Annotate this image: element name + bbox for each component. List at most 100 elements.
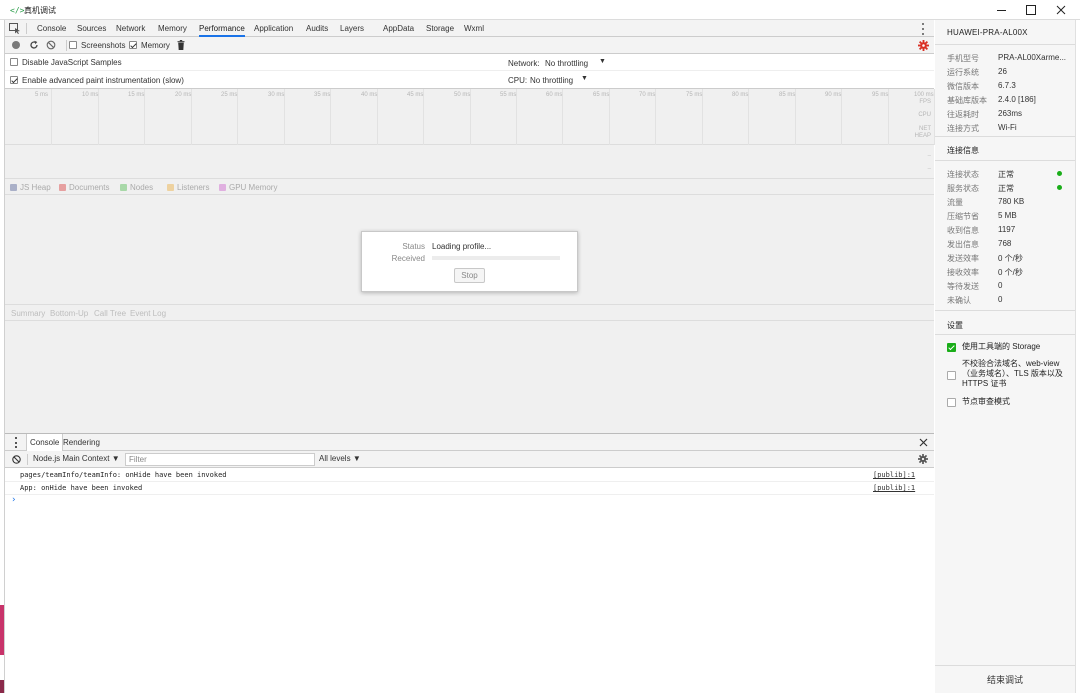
- console-output[interactable]: › pages/teamInfo/teamInfo: onHide have b…: [5, 468, 934, 693]
- counter-label: Listeners: [177, 183, 210, 192]
- log-source-link[interactable]: [publib]:1: [873, 484, 915, 492]
- flame-chart-area[interactable]: – –: [5, 145, 934, 179]
- connection-info-value: 0 个/秒: [998, 254, 1023, 263]
- tab-audits[interactable]: Audits: [306, 20, 328, 37]
- heap-track-label: HEAP: [914, 133, 931, 139]
- device-info-key: 微信版本: [947, 82, 979, 91]
- context-select-label: Node.js Main Context: [33, 454, 110, 463]
- memory-counter-gpu-memory[interactable]: GPU Memory: [219, 183, 277, 192]
- device-info-key: 手机型号: [947, 54, 979, 63]
- settings-heading: 设置: [947, 321, 963, 330]
- details-tab-call-tree[interactable]: Call Tree: [94, 309, 126, 318]
- connection-info-value: 0 个/秒: [998, 268, 1023, 277]
- separator: [27, 454, 28, 465]
- trash-icon[interactable]: [177, 40, 185, 50]
- end-debug-button[interactable]: 结束调试: [935, 665, 1075, 693]
- paint-instrumentation-checkbox[interactable]: [10, 76, 18, 84]
- screenshots-checkbox[interactable]: [69, 41, 77, 49]
- memory-counter-nodes[interactable]: Nodes: [120, 183, 153, 192]
- console-filter-input[interactable]: [125, 453, 315, 466]
- divider: [935, 160, 1075, 161]
- tab-network[interactable]: Network: [116, 20, 145, 37]
- connection-info-value: 768: [998, 239, 1012, 248]
- scroll-arrow-icon[interactable]: –: [928, 153, 931, 159]
- tab-appdata[interactable]: AppData: [383, 20, 414, 37]
- tab-application[interactable]: Application: [254, 20, 293, 37]
- drawer-menu-icon[interactable]: [14, 437, 18, 448]
- stop-button[interactable]: Stop: [454, 268, 485, 283]
- ruler-tick-label: 55 ms: [500, 92, 517, 98]
- tab-wxml[interactable]: Wxml: [464, 20, 484, 37]
- connection-info-value: 正常: [998, 184, 1014, 193]
- status-label: Status: [402, 242, 425, 251]
- ruler-tick-label: 10 ms: [82, 92, 99, 98]
- counter-checkbox[interactable]: [120, 184, 127, 191]
- log-levels-select[interactable]: All levels ▼: [319, 454, 361, 463]
- record-icon[interactable]: [12, 41, 20, 49]
- log-message: App: onHide have been invoked: [20, 484, 143, 492]
- disable-js-samples-checkbox[interactable]: [10, 58, 18, 66]
- clear-console-icon[interactable]: [12, 455, 21, 464]
- timeline-overview[interactable]: FPS CPU NET HEAP 5 ms 10 ms 15 ms 20 ms 25 m…: [5, 89, 935, 145]
- counter-checkbox[interactable]: [167, 184, 174, 191]
- setting-checkbox[interactable]: [947, 343, 956, 352]
- device-info-key: 连接方式: [947, 124, 979, 133]
- tab-sources[interactable]: Sources: [77, 20, 106, 37]
- connection-heading: 连接信息: [947, 146, 979, 155]
- ruler-tick-label: 90 ms: [825, 92, 842, 98]
- connection-info-value: 780 KB: [998, 197, 1025, 206]
- scrollbar[interactable]: [1075, 20, 1080, 693]
- tab-layers[interactable]: Layers: [340, 20, 364, 37]
- tab-memory[interactable]: Memory: [158, 20, 187, 37]
- counter-checkbox[interactable]: [10, 184, 17, 191]
- setting-label: 不校验合法域名、web-view（业务域名）、TLS 版本以及 HTTPS 证书: [962, 359, 1063, 388]
- memory-counter-listeners[interactable]: Listeners: [167, 183, 209, 192]
- inspect-element-icon[interactable]: [9, 23, 21, 34]
- scroll-arrow-icon[interactable]: –: [928, 166, 931, 172]
- log-source-link[interactable]: [publib]:1: [873, 471, 915, 479]
- setting-checkbox[interactable]: [947, 398, 956, 407]
- memory-counters-legend: JS Heap Documents Nodes Listeners GPU Memory: [5, 179, 934, 195]
- net-track-label: NET: [919, 126, 931, 132]
- disable-js-samples-label: Disable JavaScript Samples: [22, 58, 122, 67]
- memory-counter-js-heap[interactable]: JS Heap: [10, 183, 51, 192]
- dropdown-arrow-icon[interactable]: ▼: [581, 75, 588, 82]
- network-throttle-select[interactable]: No throttling: [545, 59, 588, 68]
- capture-settings-gear-icon[interactable]: [918, 40, 929, 51]
- received-label: Received: [391, 254, 425, 263]
- console-prompt-icon[interactable]: ›: [11, 495, 16, 505]
- setting-checkbox[interactable]: [947, 371, 956, 380]
- status-indicator-dot: [1057, 171, 1062, 176]
- drawer-tab-rendering[interactable]: Rendering: [60, 434, 103, 451]
- counter-checkbox[interactable]: [219, 184, 226, 191]
- clear-icon[interactable]: [46, 40, 56, 50]
- drawer-tab-console[interactable]: Console: [26, 434, 64, 451]
- dropdown-arrow-icon[interactable]: ▼: [599, 58, 606, 65]
- details-tab-event-log[interactable]: Event Log: [130, 309, 166, 318]
- details-tab-bottom-up[interactable]: Bottom-Up: [50, 309, 88, 318]
- more-options-icon[interactable]: [921, 23, 925, 35]
- details-tab-summary[interactable]: Summary: [11, 309, 45, 318]
- tab-performance[interactable]: Performance: [199, 20, 245, 37]
- cpu-throttle-select[interactable]: No throttling: [530, 76, 573, 85]
- ruler-tick-label: 30 ms: [268, 92, 285, 98]
- app-code-icon: </>: [10, 6, 25, 15]
- received-progress-bar: [432, 256, 560, 260]
- context-select[interactable]: Node.js Main Context ▼: [33, 454, 120, 463]
- console-settings-gear-icon[interactable]: [918, 454, 928, 464]
- memory-checkbox[interactable]: [129, 41, 137, 49]
- tab-storage[interactable]: Storage: [426, 20, 454, 37]
- connection-info-value: 正常: [998, 170, 1014, 179]
- memory-counter-documents[interactable]: Documents: [59, 183, 109, 192]
- device-info-panel: HUAWEI-PRA-AL00X 手机型号 PRA-AL00Xarme... 运行系…: [935, 20, 1080, 693]
- counter-checkbox[interactable]: [59, 184, 66, 191]
- close-drawer-icon[interactable]: [919, 438, 928, 447]
- reload-record-icon[interactable]: [29, 40, 39, 50]
- maximize-button[interactable]: [1016, 0, 1046, 20]
- ruler-tick-label: 25 ms: [221, 92, 238, 98]
- close-window-button[interactable]: [1046, 0, 1076, 20]
- tab-console[interactable]: Console: [37, 20, 66, 37]
- divider: [935, 44, 1075, 45]
- minimize-button[interactable]: [986, 0, 1016, 20]
- status-indicator-dot: [1057, 185, 1062, 190]
